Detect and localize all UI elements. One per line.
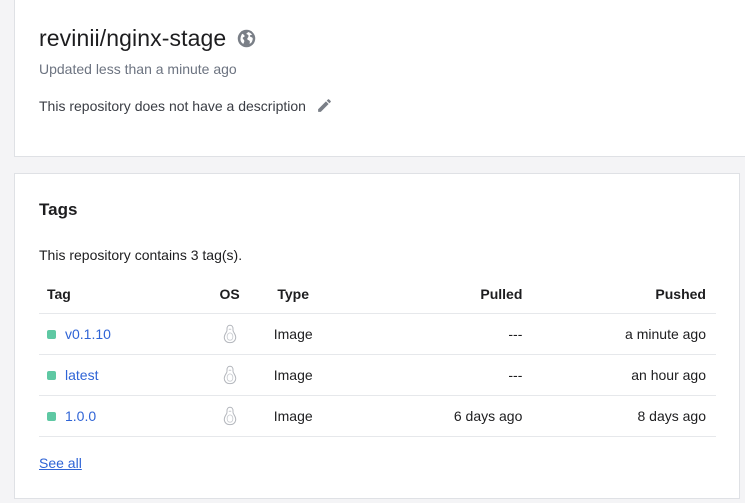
column-header-os: OS [205,275,254,314]
linux-icon [222,365,238,385]
repository-title-row: revinii/nginx-stage [39,25,257,52]
tags-card: Tags This repository contains 3 tag(s). … [14,173,740,499]
tag-cell: v0.1.10 [47,326,205,342]
pencil-icon[interactable] [316,97,333,114]
tag-link[interactable]: 1.0.0 [65,408,96,424]
column-header-type: Type [254,275,333,314]
type-cell: Image [254,313,333,355]
pulled-cell: --- [332,313,523,355]
column-header-tag: Tag [39,275,206,314]
repository-header-card [14,0,745,157]
description-row: This repository does not have a descript… [39,97,333,114]
type-cell: Image [254,395,333,437]
column-header-pushed: Pushed [522,275,716,314]
repository-name: revinii/nginx-stage [39,25,227,51]
last-updated-text: Updated less than a minute ago [39,61,237,77]
tags-heading: Tags [39,200,78,219]
status-dot [47,370,56,380]
pushed-cell: an hour ago [522,354,716,396]
tags-count-text: This repository contains 3 tag(s). [39,247,243,263]
see-all-link[interactable]: See all [39,455,82,471]
pulled-cell: --- [332,354,523,396]
pushed-cell: a minute ago [522,313,716,355]
table-row: latest Image --- an hour ago [39,354,716,396]
linux-icon [222,406,238,426]
table-row: v0.1.10 Image --- a minute ago [39,313,716,355]
tag-cell: latest [47,367,205,383]
status-dot [47,329,56,339]
table-row: 1.0.0 Image 6 days ago 8 days ago [39,395,716,437]
status-dot [47,411,56,421]
tag-cell: 1.0.0 [47,408,205,424]
tag-link[interactable]: latest [65,367,98,383]
tag-link[interactable]: v0.1.10 [65,326,111,342]
pulled-cell: 6 days ago [332,395,523,437]
pushed-cell: 8 days ago [522,395,716,437]
type-cell: Image [254,354,333,396]
tags-table: Tag OS Type Pulled Pushed v0.1.10 Image … [39,275,716,437]
globe-icon [236,28,257,49]
tags-table-header: Tag OS Type Pulled Pushed [39,275,716,314]
repository-description: This repository does not have a descript… [39,97,306,114]
column-header-pulled: Pulled [332,275,523,314]
linux-icon [222,324,238,344]
page: revinii/nginx-stage Updated less than a … [0,0,745,503]
